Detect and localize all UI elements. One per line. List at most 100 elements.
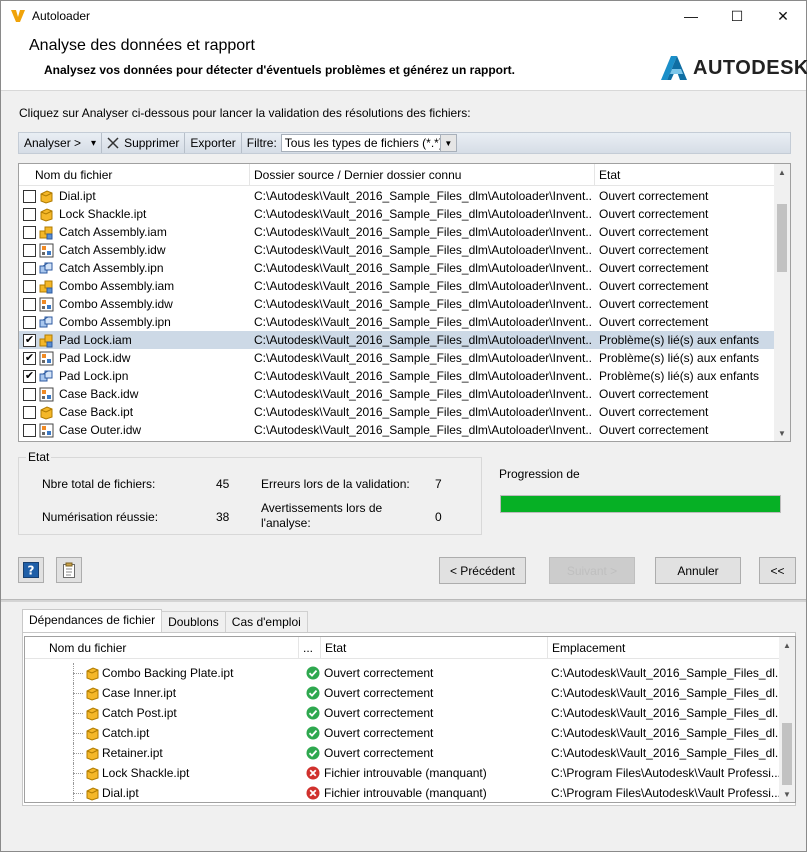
file-row[interactable]: Combo Assembly.iam C:\Autodesk\Vault_2016… — [19, 277, 775, 295]
next-button[interactable]: Suivant > — [549, 557, 635, 584]
dependency-name: Lock Shackle.ipt — [102, 766, 190, 780]
row-checkbox[interactable] — [23, 387, 36, 401]
row-checkbox[interactable] — [23, 315, 36, 329]
dependency-row[interactable]: Dial.ipt Fichier introuvable (manquant) C:… — [25, 783, 780, 802]
file-name: Case Outer.idw — [59, 423, 142, 437]
minimize-button[interactable]: — — [668, 1, 714, 31]
file-path: C:\Autodesk\Vault_2016_Sample_Files_dlm\… — [254, 387, 592, 401]
tab-where-used[interactable]: Cas d'emploi — [224, 611, 308, 632]
filter-select[interactable]: Tous les types de fichiers (*.*) ▼ — [280, 134, 457, 152]
file-row[interactable]: Combo Assembly.ipn C:\Autodesk\Vault_2016… — [19, 313, 775, 331]
tab-duplicates[interactable]: Doublons — [161, 611, 226, 632]
row-checkbox[interactable] — [23, 261, 36, 275]
cancel-button[interactable]: Annuler — [655, 557, 741, 584]
dependency-row[interactable]: Catch Post.ipt Ouvert correctement C:\Auto… — [25, 703, 780, 723]
dep-scroll-thumb[interactable] — [782, 723, 792, 785]
previous-button[interactable]: < Précédent — [439, 557, 526, 584]
col-header-state[interactable]: Etat — [595, 164, 775, 186]
file-type-ipn-icon — [36, 261, 54, 276]
dependency-row[interactable]: Retainer.ipt Ouvert correctement C:\Autode… — [25, 743, 780, 763]
row-checkbox[interactable] — [23, 207, 36, 221]
export-button[interactable]: Exporter — [185, 133, 242, 153]
collapse-button[interactable]: << — [759, 557, 796, 584]
dependency-row[interactable]: Catch.ipt Ouvert correctement C:\Autodesk\… — [25, 723, 780, 743]
dependency-row[interactable]: Combo Backing Plate.ipt Ouvert correcteme… — [25, 663, 780, 683]
scroll-thumb[interactable] — [777, 204, 787, 272]
dependencies-grid[interactable]: Nom du fichier ... Etat Emplacement Comb… — [24, 636, 796, 803]
analyze-button[interactable]: Analyser > ▾ — [19, 133, 103, 153]
file-row[interactable]: Catch Assembly.idw C:\Autodesk\Vault_2016… — [19, 241, 775, 259]
filter-dropdown-icon[interactable]: ▼ — [439, 135, 456, 151]
file-row[interactable]: Case Outer.idw C:\Autodesk\Vault_2016_Sam… — [19, 421, 775, 439]
file-type-ipt-icon — [36, 207, 54, 222]
close-button[interactable]: ✕ — [760, 1, 806, 31]
dep-scroll-down-icon[interactable]: ▼ — [779, 786, 795, 802]
total-files-value: 45 — [216, 477, 230, 491]
validation-errors-label: Erreurs lors de la validation: — [261, 477, 410, 491]
file-row[interactable]: ✔ Pad Lock.idw C:\Autodesk\Vault_2016_Samp… — [19, 349, 775, 367]
scroll-up-icon[interactable]: ▲ — [774, 164, 790, 180]
dependencies-panel: Nom du fichier ... Etat Emplacement Comb… — [22, 632, 796, 806]
dependency-name: Combo Backing Plate.ipt — [102, 666, 234, 680]
svg-text:?: ? — [28, 564, 35, 578]
progress-bar — [500, 495, 781, 513]
file-name: Combo Assembly.idw — [59, 297, 173, 311]
row-checkbox[interactable] — [23, 279, 36, 293]
splitter[interactable] — [1, 599, 806, 602]
tab-dependencies[interactable]: Dépendances de fichier — [22, 609, 163, 632]
file-row[interactable]: Case Back.ipt C:\Autodesk\Vault_2016_Samp… — [19, 403, 775, 421]
row-checkbox[interactable]: ✔ — [23, 369, 36, 383]
row-checkbox[interactable]: ✔ — [23, 351, 36, 365]
row-checkbox[interactable] — [23, 189, 36, 203]
files-grid[interactable]: Nom du fichier Dossier source / Dernier … — [18, 163, 791, 442]
files-grid-scrollbar[interactable]: ▲ ▼ — [774, 164, 790, 441]
delete-button[interactable]: Supprimer — [102, 133, 186, 153]
row-checkbox[interactable] — [23, 243, 36, 257]
dep-col-header-location[interactable]: Emplacement — [548, 637, 780, 658]
file-row[interactable]: Catch Assembly.ipn C:\Autodesk\Vault_2016… — [19, 259, 775, 277]
row-checkbox[interactable] — [23, 297, 36, 311]
file-row[interactable]: ✔ Pad Lock.iam C:\Autodesk\Vault_2016_Samp… — [19, 331, 775, 349]
dependency-state: Ouvert correctement — [324, 666, 434, 680]
file-name: Combo Assembly.iam — [59, 279, 175, 293]
dependency-row[interactable]: Case Inner.ipt Ouvert correctement C:\Auto… — [25, 683, 780, 703]
intro-text: Cliquez sur Analyser ci-dessous pour lan… — [19, 106, 471, 120]
file-row[interactable]: Lock Shackle.ipt C:\Autodesk\Vault_2016_S… — [19, 205, 775, 223]
file-row[interactable]: Dial.ipt C:\Autodesk\Vault_2016_Sample_Fi… — [19, 187, 775, 205]
file-row[interactable]: Case Back.idw C:\Autodesk\Vault_2016_Samp… — [19, 385, 775, 403]
report-button[interactable] — [56, 557, 82, 583]
col-header-filename[interactable]: Nom du fichier — [19, 164, 250, 186]
part-file-icon — [82, 726, 100, 741]
dep-col-header-filename[interactable]: Nom du fichier — [25, 637, 299, 658]
file-type-idw-icon — [36, 387, 54, 402]
error-x-icon — [306, 766, 320, 780]
dependencies-grid-header: Nom du fichier ... Etat Emplacement — [25, 637, 780, 659]
dep-scroll-up-icon[interactable]: ▲ — [779, 637, 795, 653]
file-path: C:\Autodesk\Vault_2016_Sample_Files_dlm\… — [254, 423, 592, 437]
maximize-button[interactable]: ☐ — [714, 1, 760, 31]
dep-col-header-state[interactable]: Etat — [321, 637, 548, 658]
dep-col-header-status[interactable]: ... — [299, 637, 321, 658]
scan-success-value: 38 — [216, 510, 230, 524]
scroll-down-icon[interactable]: ▼ — [774, 425, 790, 441]
help-icon: ? — [23, 562, 39, 578]
file-state: Ouvert correctement — [599, 261, 709, 275]
dependencies-scrollbar[interactable]: ▲ ▼ — [779, 637, 795, 802]
row-checkbox[interactable] — [23, 225, 36, 239]
file-row[interactable]: ✔ Pad Lock.ipn C:\Autodesk\Vault_2016_Samp… — [19, 367, 775, 385]
file-path: C:\Autodesk\Vault_2016_Sample_Files_dlm\… — [254, 333, 592, 347]
dependency-location: C:\Autodesk\Vault_2016_Sample_Files_dl..… — [551, 706, 779, 720]
row-checkbox[interactable] — [23, 423, 36, 437]
file-row[interactable]: Combo Assembly.idw C:\Autodesk\Vault_2016… — [19, 295, 775, 313]
scan-success-label: Numérisation réussie: — [42, 510, 159, 524]
col-header-folder[interactable]: Dossier source / Dernier dossier connu — [250, 164, 595, 186]
delete-label: Supprimer — [124, 136, 180, 150]
help-button[interactable]: ? — [18, 557, 44, 583]
row-checkbox[interactable] — [23, 405, 36, 419]
analyze-dropdown-icon[interactable]: ▾ — [91, 138, 96, 149]
file-row[interactable]: Catch Assembly.iam C:\Autodesk\Vault_2016… — [19, 223, 775, 241]
autoloader-window: Autoloader — ☐ ✕ Analyse des données et … — [0, 0, 807, 852]
row-checkbox[interactable]: ✔ — [23, 333, 36, 347]
dependency-row[interactable]: Lock Shackle.ipt Fichier introuvable (man… — [25, 763, 780, 783]
file-type-ipn-icon — [36, 315, 54, 330]
